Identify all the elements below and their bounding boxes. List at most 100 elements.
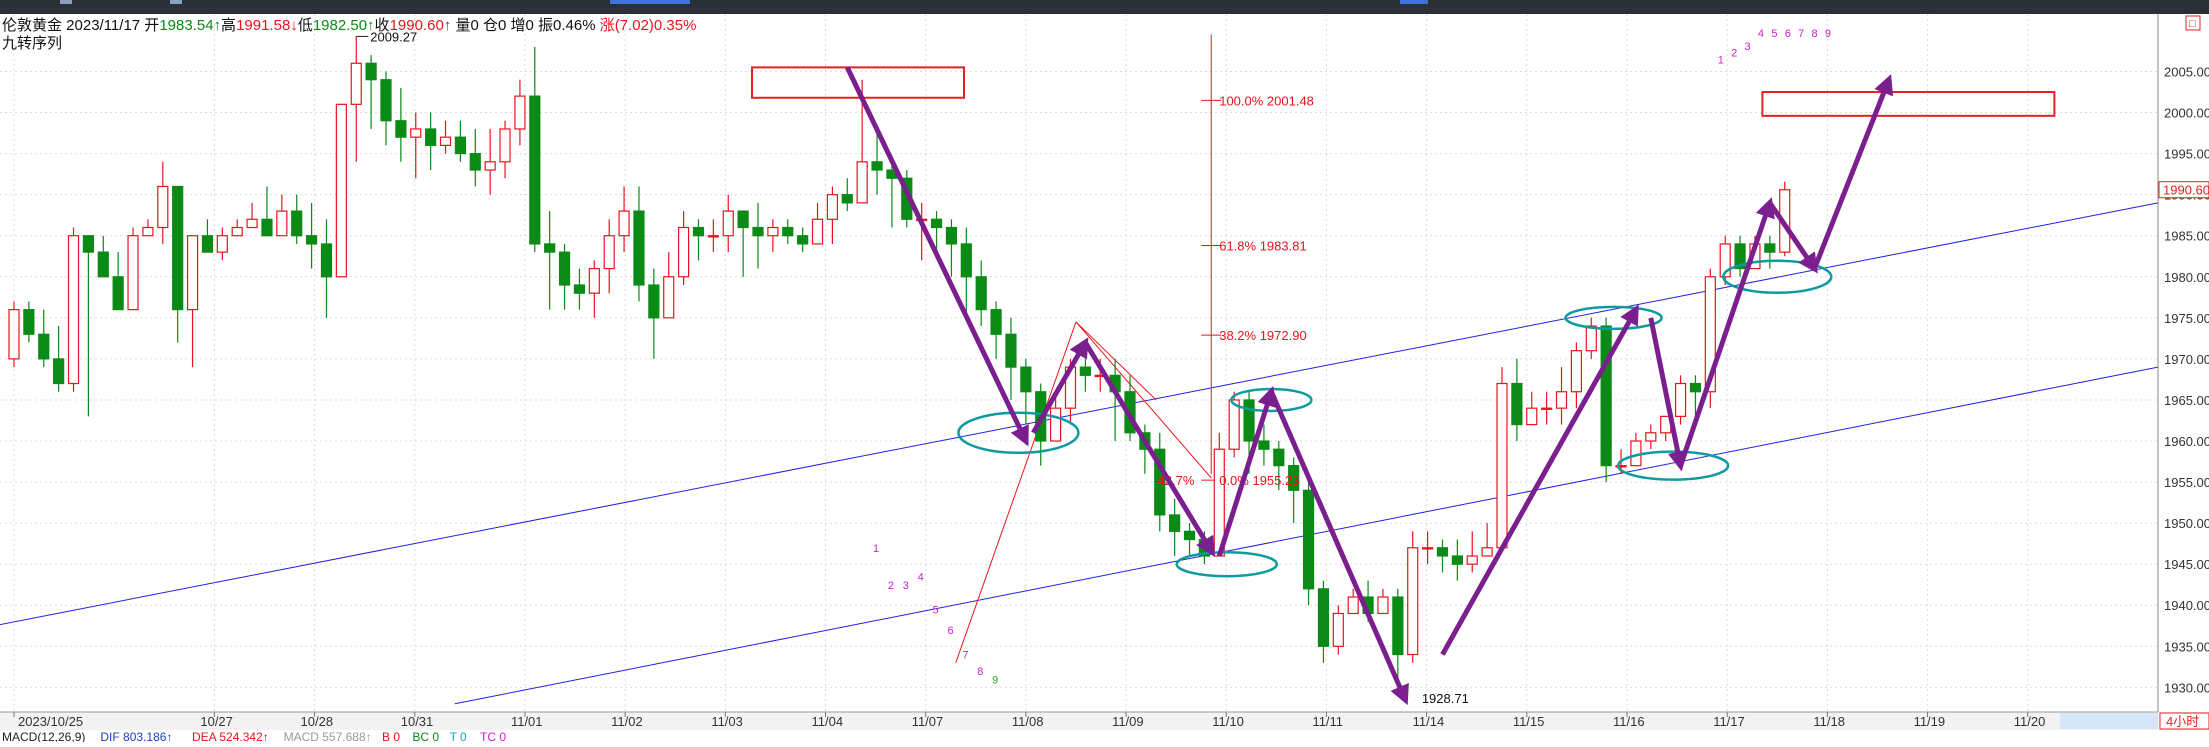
candle-body bbox=[1317, 588, 1330, 647]
candle-body bbox=[1674, 382, 1687, 417]
candle-body bbox=[8, 309, 20, 360]
header-value: 仓0 bbox=[483, 17, 511, 34]
overlays: 2009.271928.71100.0% 2001.4861.8% 1983.8… bbox=[356, 28, 2056, 706]
candle-body bbox=[1169, 514, 1181, 532]
indicator-name: 九转序列 bbox=[2, 35, 62, 52]
header-value: 增0 bbox=[511, 17, 539, 34]
seq-number-bottom: 9 bbox=[992, 674, 998, 686]
low-label: 1928.71 bbox=[1422, 691, 1469, 706]
candle-body bbox=[1600, 325, 1612, 467]
header-value: 高 bbox=[221, 17, 236, 34]
candle-body bbox=[469, 153, 481, 171]
candle-body bbox=[752, 226, 764, 237]
seq-number-bottom: 5 bbox=[933, 604, 939, 616]
candle-body bbox=[707, 235, 719, 238]
y-tick-label: 1940.00 bbox=[2164, 598, 2209, 613]
header-value: 收 bbox=[375, 17, 390, 34]
x-tick-label: 11/11 bbox=[1312, 714, 1343, 729]
fib-label: 0.0% 1955.23 bbox=[1219, 473, 1299, 488]
candle-body bbox=[425, 128, 437, 146]
macd-value: MACD 557.688↑ bbox=[284, 730, 372, 742]
header-value: 量0 bbox=[451, 17, 483, 34]
candle-body bbox=[529, 95, 541, 245]
candle-body bbox=[1020, 366, 1032, 393]
header: 伦敦黄金 2023/11/17 开1983.54↑高1991.58↓低1982.… bbox=[2, 17, 696, 52]
candle-body bbox=[1407, 547, 1419, 656]
candlestick-chart[interactable]: 2009.271928.71100.0% 2001.4861.8% 1983.8… bbox=[0, 0, 2209, 744]
candle-body bbox=[841, 194, 853, 204]
candle-body bbox=[871, 161, 883, 171]
toolbar-tab[interactable] bbox=[1400, 0, 1428, 4]
candle-body bbox=[663, 276, 675, 319]
seq-number-bottom: 8 bbox=[977, 666, 983, 678]
candle-body bbox=[23, 309, 35, 335]
candle-body bbox=[826, 194, 839, 220]
y-tick-label: 1960.00 bbox=[2164, 434, 2209, 449]
candle-body bbox=[1377, 596, 1389, 615]
candle-body bbox=[1526, 407, 1538, 426]
candle-body bbox=[1436, 547, 1449, 557]
candle-body bbox=[797, 235, 809, 245]
macd-value: MACD(12,26,9) bbox=[2, 730, 85, 742]
candle-body bbox=[782, 226, 794, 237]
candle-body bbox=[544, 243, 556, 253]
y-tick-label: 2000.00 bbox=[2164, 106, 2209, 121]
y-tick-label: 1995.00 bbox=[2164, 147, 2209, 162]
candle-body bbox=[960, 243, 972, 278]
y-tick-label: 1980.00 bbox=[2164, 270, 2209, 285]
y-tick-label: 1970.00 bbox=[2164, 352, 2209, 367]
x-tick-label: 11/08 bbox=[1012, 714, 1044, 729]
x-tick-label: 11/20 bbox=[2014, 714, 2046, 729]
candle-body bbox=[648, 284, 660, 319]
scroll-thumb bbox=[2060, 713, 2158, 729]
chart-root: 2009.27 1928.71 100.0% 2001.48 61.8% 1983.8… bbox=[0, 0, 2209, 744]
seq-number-bottom: 1 bbox=[873, 543, 879, 555]
fib-label: 100.0% 2001.48 bbox=[1219, 93, 1314, 108]
candle-body bbox=[618, 210, 630, 237]
seq-number-bottom: 6 bbox=[947, 625, 953, 637]
last-price-label: 1990.60 bbox=[2163, 183, 2209, 198]
candle-body bbox=[811, 218, 824, 245]
overlays-under bbox=[0, 34, 2159, 705]
candle-body bbox=[127, 235, 139, 311]
header-value: 1991.58↓ bbox=[236, 17, 298, 34]
candle-body bbox=[320, 243, 333, 278]
y-tick-label: 1955.00 bbox=[2164, 475, 2209, 490]
candle-body bbox=[186, 235, 199, 311]
macd-value: B 0 bbox=[382, 730, 400, 742]
header-value: 1982.50↑ bbox=[313, 17, 375, 34]
candle-body bbox=[231, 226, 243, 237]
candle-body bbox=[1392, 596, 1404, 656]
toolbar-tab[interactable] bbox=[170, 0, 182, 4]
candle-body bbox=[67, 235, 80, 385]
header-value: 伦敦黄金 2023/11/17 bbox=[2, 17, 144, 34]
timeframe-label: 4小时 bbox=[2166, 714, 2199, 729]
seq-number-bottom: 4 bbox=[918, 572, 924, 584]
candle-body bbox=[692, 226, 705, 237]
candle-body bbox=[216, 235, 228, 253]
candle-body bbox=[1258, 440, 1270, 450]
candle-body bbox=[514, 95, 526, 130]
header-value: 开 bbox=[144, 17, 159, 34]
seq-number-bottom: 7 bbox=[962, 650, 968, 662]
candle-body bbox=[335, 103, 347, 278]
toolbar-tab[interactable] bbox=[610, 0, 690, 4]
x-tick-label: 11/16 bbox=[1613, 714, 1645, 729]
candle-body bbox=[945, 226, 958, 245]
header-value: 1983.54↑ bbox=[159, 17, 221, 34]
candle-body bbox=[1243, 399, 1255, 442]
candle-body bbox=[603, 235, 615, 270]
y-tick-label: 1975.00 bbox=[2164, 311, 2209, 326]
x-tick-label: 11/07 bbox=[912, 714, 944, 729]
candle-body bbox=[1689, 382, 1702, 393]
candle-body bbox=[246, 218, 258, 229]
projection-line bbox=[955, 321, 1077, 663]
fib-label: 61.8% 1983.81 bbox=[1219, 238, 1306, 253]
candle-body bbox=[291, 210, 303, 237]
candle-body bbox=[767, 226, 779, 237]
seq-number-top: 3 bbox=[1745, 41, 1751, 53]
x-tick-label: 10/31 bbox=[401, 714, 434, 729]
header-value: 振0.46% bbox=[538, 17, 600, 34]
toolbar-tab[interactable] bbox=[60, 0, 72, 4]
candle-body bbox=[172, 185, 184, 311]
